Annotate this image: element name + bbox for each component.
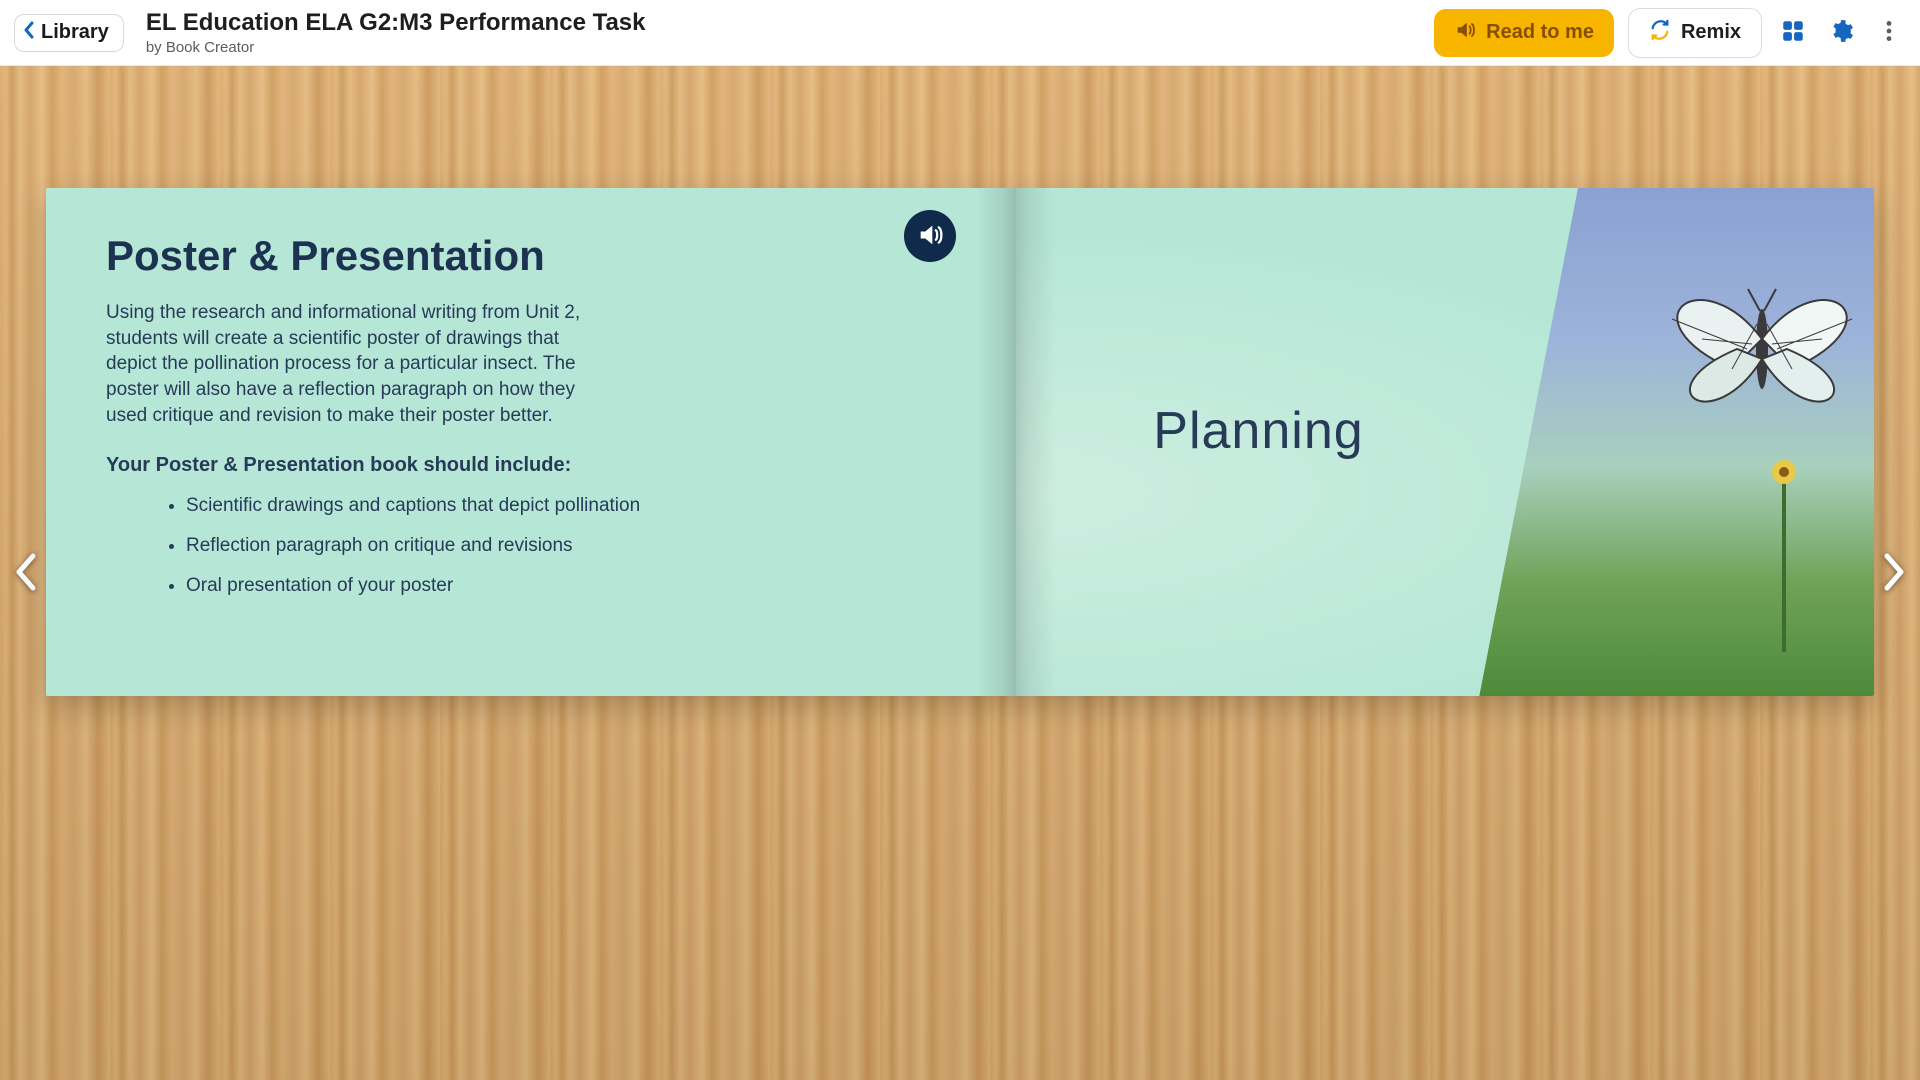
chevron-left-icon bbox=[23, 21, 35, 45]
list-item: Reflection paragraph on critique and rev… bbox=[186, 535, 964, 557]
read-to-me-label: Read to me bbox=[1486, 21, 1594, 44]
arrow-right-icon bbox=[1879, 550, 1909, 597]
speaker-icon bbox=[916, 221, 944, 252]
remix-button[interactable]: Remix bbox=[1628, 8, 1762, 58]
settings-button[interactable] bbox=[1824, 16, 1858, 50]
left-page-heading: Poster & Presentation bbox=[106, 232, 964, 280]
right-page: Planning bbox=[1016, 188, 1874, 696]
left-page-body: Using the research and informational wri… bbox=[106, 300, 606, 428]
more-vertical-icon bbox=[1876, 18, 1902, 47]
more-options-button[interactable] bbox=[1872, 16, 1906, 50]
read-to-me-button[interactable]: Read to me bbox=[1434, 9, 1614, 57]
left-page: Poster & Presentation Using the research… bbox=[46, 188, 1016, 696]
left-page-bullets: Scientific drawings and captions that de… bbox=[106, 495, 964, 597]
title-block: EL Education ELA G2:M3 Performance Task … bbox=[146, 9, 646, 56]
library-label: Library bbox=[41, 21, 109, 44]
right-page-title: Planning bbox=[1153, 401, 1363, 461]
book-title: EL Education ELA G2:M3 Performance Task bbox=[146, 9, 646, 37]
gear-icon bbox=[1828, 18, 1854, 47]
spine-shadow bbox=[976, 188, 1016, 696]
book-stage: Poster & Presentation Using the research… bbox=[0, 66, 1920, 1080]
book-spread: Poster & Presentation Using the research… bbox=[46, 188, 1874, 696]
prev-page-button[interactable] bbox=[4, 551, 48, 595]
list-item: Scientific drawings and captions that de… bbox=[186, 495, 964, 517]
left-page-subhead: Your Poster & Presentation book should i… bbox=[106, 454, 964, 477]
next-page-button[interactable] bbox=[1872, 551, 1916, 595]
butterfly-icon bbox=[1662, 249, 1862, 449]
author-line: by Book Creator bbox=[146, 39, 646, 56]
library-button[interactable]: Library bbox=[14, 14, 124, 52]
pages-grid-button[interactable] bbox=[1776, 16, 1810, 50]
arrow-left-icon bbox=[11, 550, 41, 597]
page-audio-button[interactable] bbox=[904, 210, 956, 262]
refresh-icon bbox=[1649, 19, 1671, 47]
list-item: Oral presentation of your poster bbox=[186, 575, 964, 597]
remix-label: Remix bbox=[1681, 21, 1741, 44]
speaker-icon bbox=[1454, 19, 1476, 47]
flower-icon bbox=[1769, 452, 1799, 652]
toolbar: Library EL Education ELA G2:M3 Performan… bbox=[0, 0, 1920, 66]
grid-icon bbox=[1780, 18, 1806, 47]
